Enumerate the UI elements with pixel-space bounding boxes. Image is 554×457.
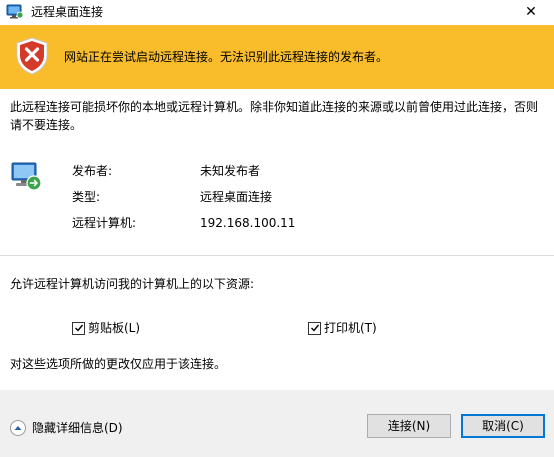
printer-label[interactable]: 打印机(T)	[324, 320, 377, 336]
warning-shield-icon	[15, 37, 49, 75]
remote-computer-value: 192.168.100.11	[200, 216, 296, 230]
warning-banner: 网站正在尝试启动远程连接。无法识别此远程连接的发布者。	[0, 25, 554, 89]
remote-computer-icon	[10, 160, 44, 194]
remote-desktop-dialog: 远程桌面连接 ✕ 网站正在尝试启动远程连接。无法识别此远程连接的发布者。 此远程…	[0, 0, 554, 457]
dialog-footer: 隐藏详细信息(D) 连接(N) 取消(C)	[0, 390, 554, 457]
remote-computer-label: 远程计算机:	[72, 216, 137, 230]
resources-heading: 允许远程计算机访问我的计算机上的以下资源:	[10, 277, 255, 291]
connect-button[interactable]: 连接(N)	[367, 414, 451, 438]
remote-desktop-app-icon	[6, 4, 24, 20]
checkmark-icon	[74, 324, 83, 332]
checkbox-box[interactable]	[72, 321, 85, 335]
cancel-button[interactable]: 取消(C)	[461, 414, 545, 438]
title-bar: 远程桌面连接 ✕	[0, 0, 554, 24]
type-value: 远程桌面连接	[200, 190, 273, 204]
type-label: 类型:	[72, 190, 101, 204]
publisher-value: 未知发布者	[200, 164, 261, 178]
section-divider	[0, 255, 554, 256]
window-title: 远程桌面连接	[31, 5, 104, 19]
close-button[interactable]: ✕	[508, 0, 554, 24]
checkbox-box[interactable]	[308, 321, 321, 335]
chevron-up-icon[interactable]	[10, 420, 26, 436]
checkmark-icon	[310, 324, 319, 332]
hide-details-toggle[interactable]: 隐藏详细信息(D)	[10, 420, 123, 436]
close-icon: ✕	[525, 4, 537, 20]
printer-checkbox[interactable]: 打印机(T)	[308, 320, 377, 336]
hide-details-label[interactable]: 隐藏详细信息(D)	[32, 420, 123, 436]
changes-note: 对这些选项所做的更改仅应用于该连接。	[10, 357, 227, 371]
clipboard-checkbox[interactable]: 剪贴板(L)	[72, 320, 140, 336]
publisher-label: 发布者:	[72, 164, 113, 178]
warning-message: 网站正在尝试启动远程连接。无法识别此远程连接的发布者。	[64, 50, 389, 64]
clipboard-label[interactable]: 剪贴板(L)	[88, 320, 140, 336]
warning-description: 此远程连接可能损坏你的本地或远程计算机。除非你知道此连接的来源或以前曾使用过此连…	[10, 100, 539, 132]
